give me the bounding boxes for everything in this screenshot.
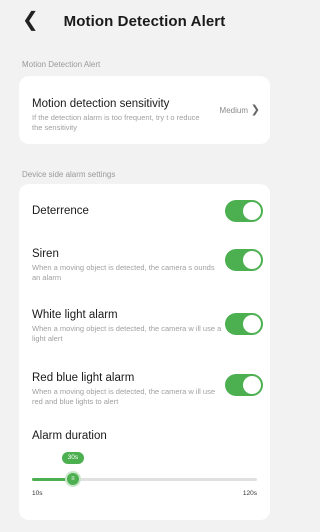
red-blue-light-title: Red blue light alarm bbox=[32, 372, 135, 384]
red-blue-light-toggle[interactable] bbox=[225, 374, 263, 396]
slider-min-label: 10s bbox=[32, 490, 43, 497]
section-label-device: Device side alarm settings bbox=[22, 170, 116, 179]
sensitivity-card[interactable]: Motion detection sensitivity If the dete… bbox=[19, 76, 270, 144]
red-blue-light-description: When a moving object is detected, the ca… bbox=[32, 387, 216, 406]
siren-description: When a moving object is detected, the ca… bbox=[32, 263, 215, 282]
top-bar: ❮ Motion Detection Alert bbox=[12, 0, 277, 42]
grip-icon: ≡ bbox=[71, 476, 75, 482]
sensitivity-value: Medium bbox=[219, 106, 248, 115]
alarm-duration-slider[interactable]: 30s ≡ bbox=[32, 452, 257, 487]
chevron-right-icon: ❯ bbox=[250, 104, 260, 116]
siren-title: Siren bbox=[32, 248, 59, 260]
white-light-title: White light alarm bbox=[32, 309, 118, 321]
chevron-left-icon[interactable]: ❮ bbox=[22, 9, 40, 31]
slider-value-bubble: 30s bbox=[61, 452, 84, 464]
alarm-duration-title: Alarm duration bbox=[32, 430, 107, 442]
sensitivity-title: Motion detection sensitivity bbox=[32, 98, 170, 110]
alarm-settings-card: Deterrence Siren When a moving object is… bbox=[19, 184, 270, 520]
white-light-toggle[interactable] bbox=[225, 313, 263, 335]
page-title: Motion Detection Alert bbox=[63, 12, 226, 30]
siren-toggle[interactable] bbox=[225, 249, 263, 271]
slider-thumb[interactable]: ≡ bbox=[64, 471, 81, 487]
white-light-description: When a moving object is detected, the ca… bbox=[32, 324, 222, 343]
section-label-motion: Motion Detection Alert bbox=[22, 60, 101, 69]
deterrence-toggle[interactable] bbox=[225, 200, 263, 222]
deterrence-title: Deterrence bbox=[32, 205, 89, 217]
screen: ❮ Motion Detection Alert Motion Detectio… bbox=[12, 0, 277, 532]
sensitivity-description: If the detection alarm is too frequent, … bbox=[32, 113, 200, 132]
slider-max-label: 120s bbox=[242, 490, 257, 497]
